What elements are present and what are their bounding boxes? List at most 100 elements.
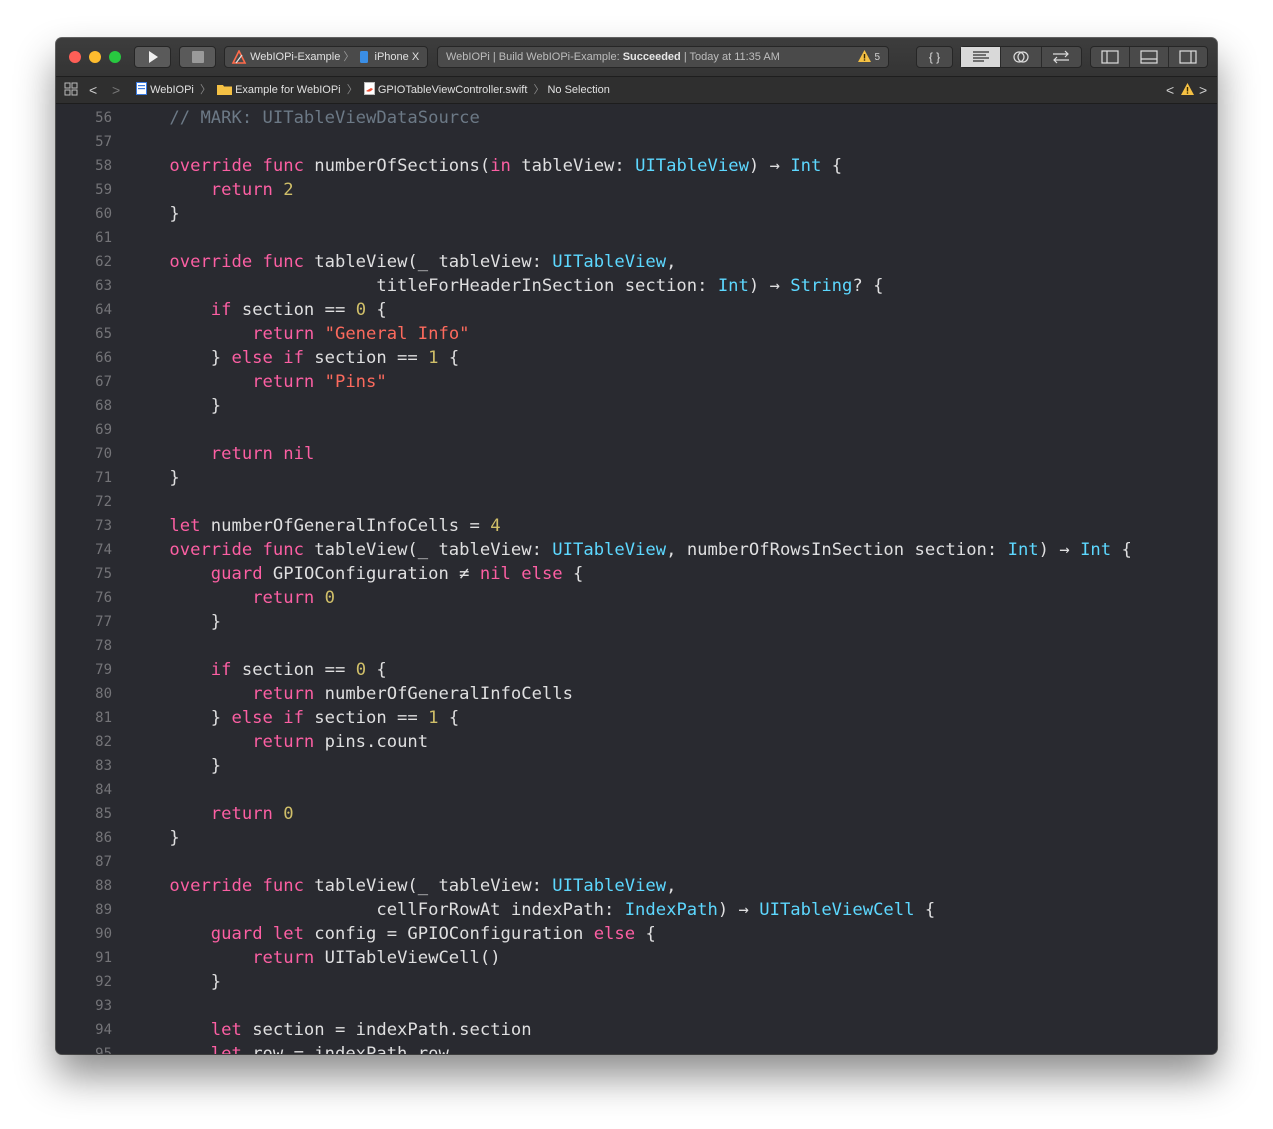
warning-count[interactable]: 5 [858,47,880,67]
back-button[interactable]: < [89,77,97,103]
number-token: 0 [355,660,367,680]
issue-indicator[interactable] [1181,77,1194,103]
code-token: section = indexPath.section [241,1020,532,1040]
previous-issue-button[interactable]: < [1166,77,1174,103]
code-line[interactable]: override func tableView(_ tableView: UIT… [128,874,676,898]
code-token: row = indexPath.row [241,1044,449,1054]
code-line[interactable]: return "General Info" [128,322,469,346]
panel-toggle-group [1090,46,1208,68]
line-number: 67 [95,374,112,390]
code-token: GPIOConfiguration ≠ [262,564,480,584]
code-line[interactable]: titleForHeaderInSection section: Int) → … [128,274,883,298]
breadcrumb-file-label: GPIOTableViewController.swift [377,84,528,96]
standard-editor-button[interactable] [961,47,1002,67]
breadcrumb-project[interactable]: WebIOPi [136,82,197,96]
forward-button[interactable]: > [112,77,120,103]
activity-status: WebIOPi | Build WebIOPi-Example: Succeed… [437,46,889,68]
keyword-token: guard [210,564,263,584]
line-number: 81 [95,710,112,726]
code-line[interactable]: return 0 [128,802,294,826]
code-line[interactable]: return nil [128,442,315,466]
line-number: 72 [95,494,112,510]
code-line[interactable]: } else if section == 1 { [128,706,459,730]
keyword-token: return [252,684,315,704]
minimize-window-button[interactable] [89,51,101,63]
venn-icon [1013,51,1029,63]
breadcrumb-group[interactable]: Example for WebIOPi [214,84,344,96]
type-token: UITableView [635,156,749,176]
code-token: } [128,612,222,632]
type-token: UITableView [552,252,667,272]
line-number: 88 [95,878,112,894]
code-line[interactable]: } [128,466,179,490]
code-line[interactable]: } [128,826,179,850]
scheme-selector[interactable]: WebIOPi-Example 〉 iPhone X [224,46,428,68]
source-editor[interactable]: 56 57 58 59 60 61 62 63 64 65 66 67 68 69 70 71 72 73 74 75… [56,104,1217,1054]
code-token: } [128,756,222,776]
code-token: ) → [717,900,760,920]
close-window-button[interactable] [69,51,81,63]
number-token: 0 [324,588,335,608]
code-line[interactable]: } [128,610,221,634]
code-line[interactable]: override func tableView(_ tableView: UIT… [128,538,1131,562]
code-line[interactable]: let row = indexPath.row [128,1042,449,1054]
code-line[interactable]: if section == 0 { [128,298,387,322]
keyword-token: return [210,180,273,200]
code-token: ? { [852,276,884,296]
code-line[interactable]: guard GPIOConfiguration ≠ nil else { [128,562,584,586]
code-line[interactable]: let numberOfGeneralInfoCells = 4 [128,514,500,538]
related-items-button[interactable] [64,77,78,103]
line-number: 69 [95,422,112,438]
code-line[interactable]: return 0 [128,586,335,610]
library-button[interactable]: { } [917,47,952,67]
code-line[interactable]: return numberOfGeneralInfoCells [128,682,573,706]
code-line[interactable]: override func tableView(_ tableView: UIT… [128,250,676,274]
line-number: 64 [95,302,112,318]
code-line[interactable]: if section == 0 { [128,658,387,682]
version-editor-button[interactable] [1042,47,1081,67]
code-line[interactable]: return 2 [128,178,294,202]
code-line[interactable]: return pins.count [128,730,428,754]
code-line[interactable]: } [128,754,221,778]
library-button-group: { } [916,46,953,68]
code-token: , [666,876,677,896]
line-number: 63 [95,278,112,294]
code-line[interactable]: } [128,202,179,226]
line-number: 73 [95,518,112,534]
app-target-icon [231,49,247,64]
line-number: 59 [95,182,112,198]
code-line[interactable]: return UITableViewCell() [128,946,500,970]
code-token: { [635,924,656,944]
toolbar: WebIOPi-Example 〉 iPhone X WebIOPi | Bui… [56,38,1217,77]
code-line[interactable]: let section = indexPath.section [128,1018,532,1042]
stop-button[interactable] [179,46,216,68]
code-line[interactable]: override func numberOfSections(in tableV… [128,154,842,178]
navigator-toggle-button[interactable] [1091,47,1130,67]
zoom-window-button[interactable] [109,51,121,63]
code-line[interactable]: } [128,394,221,418]
run-button[interactable] [134,46,171,68]
keyword-token: in [490,156,511,176]
code-line[interactable]: // MARK: UITableViewDataSource [128,106,479,130]
code-token: { [438,348,460,368]
debug-area-toggle-button[interactable] [1130,47,1169,67]
arrows-swap-icon [1053,50,1070,64]
code-line[interactable]: return "Pins" [128,370,387,394]
keyword-token: return [252,588,315,608]
inspector-toggle-button[interactable] [1169,47,1207,67]
code-line[interactable]: guard let config = GPIOConfiguration els… [128,922,656,946]
device-icon [357,50,371,64]
breadcrumb-selection[interactable]: No Selection [547,84,609,96]
status-time: | Today at 11:35 AM [680,51,780,63]
code-line[interactable]: } else if section == 1 { [128,346,459,370]
code-line[interactable]: cellForRowAt indexPath: IndexPath) → UIT… [128,898,935,922]
code-line[interactable]: } [128,970,221,994]
next-issue-button[interactable]: > [1199,77,1207,103]
breadcrumb-file[interactable]: GPIOTableViewController.swift [361,82,531,96]
assistant-editor-button[interactable] [1001,47,1042,67]
